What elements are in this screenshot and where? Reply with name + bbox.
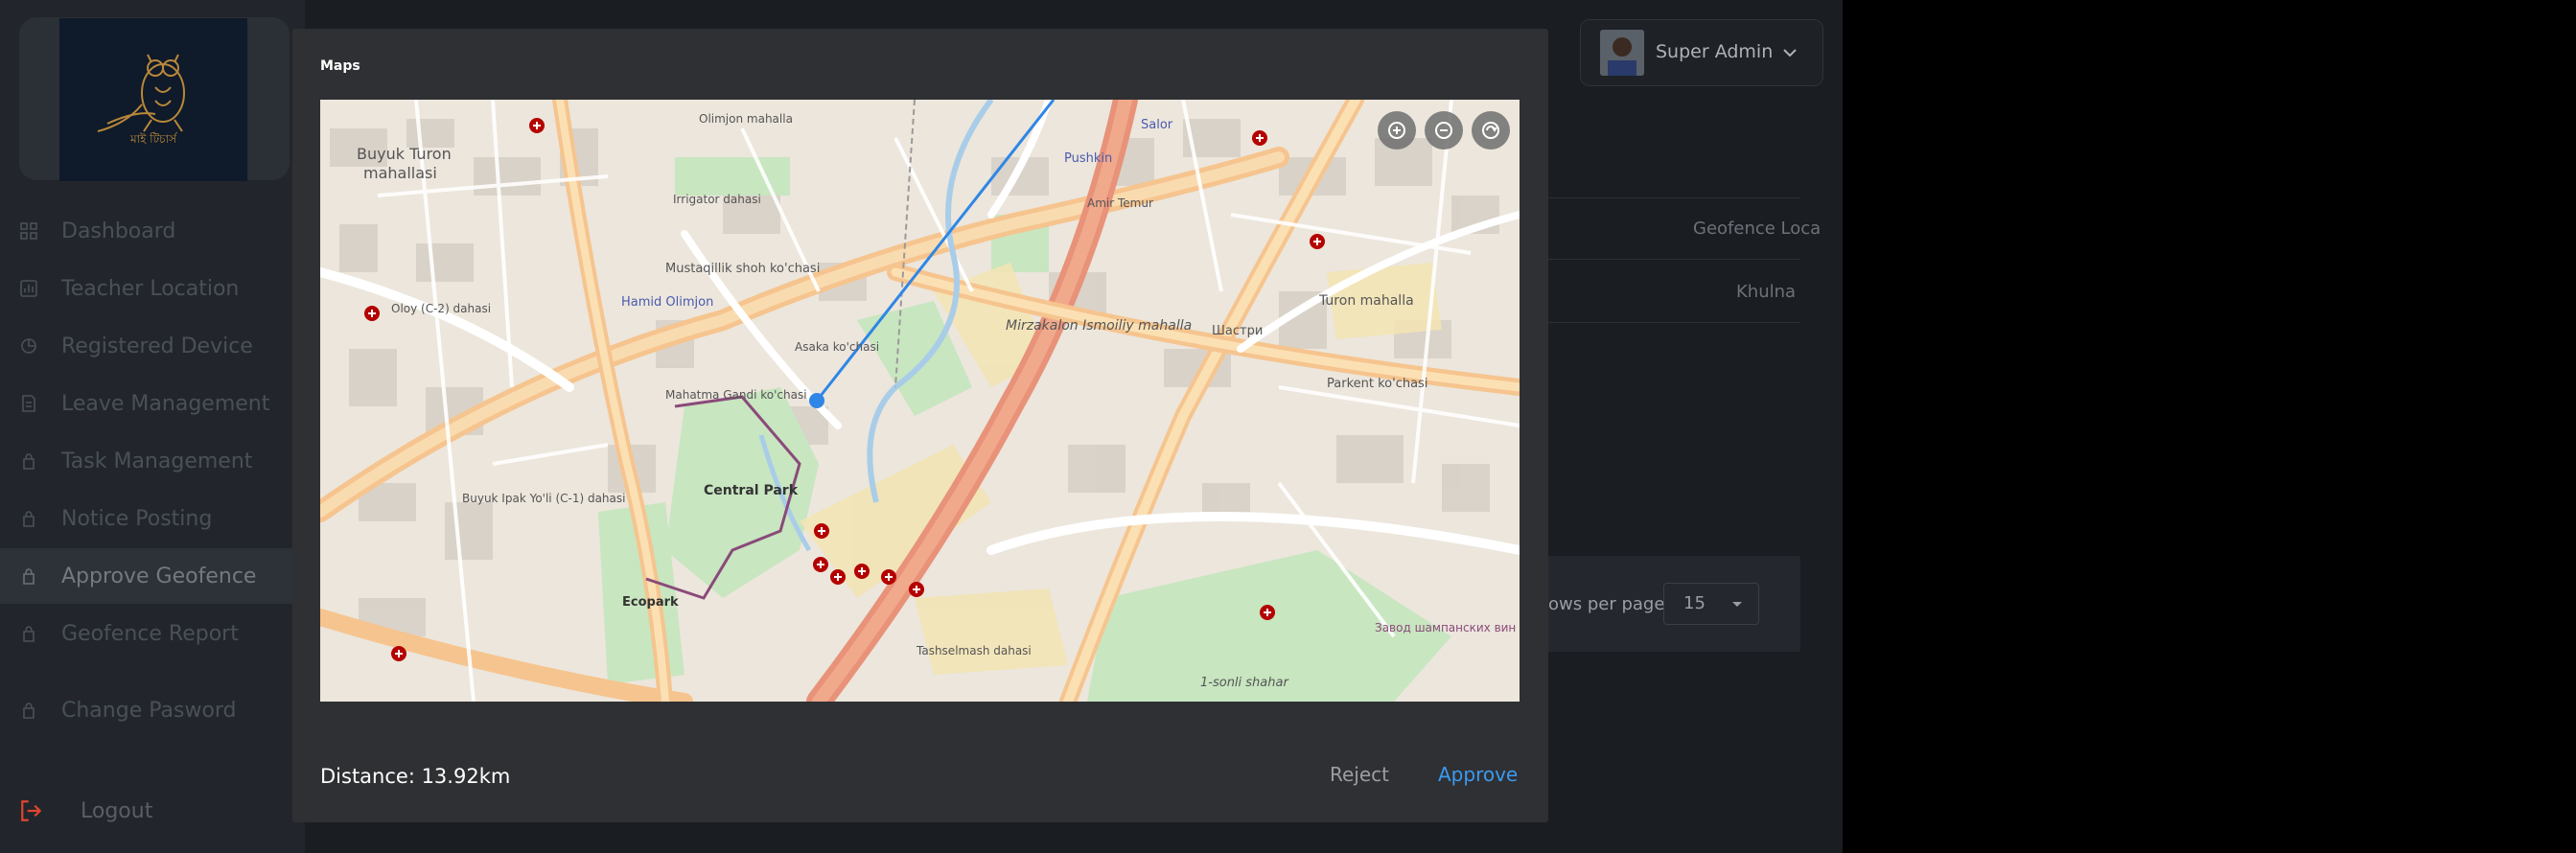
zoom-out-button[interactable]: [1425, 111, 1463, 150]
map-label: Olimjon mahalla: [699, 112, 793, 126]
modal-title: Maps: [320, 58, 360, 74]
table-header-geofence-location: Geofence Loca: [1693, 219, 1822, 239]
sidebar-item-label: Change Pasword: [61, 698, 237, 723]
sidebar-item-change-password[interactable]: Change Pasword: [0, 682, 305, 738]
logout-icon: [21, 800, 42, 821]
map-label: Salor: [1141, 118, 1173, 132]
table-divider: [1548, 197, 1800, 198]
map-label: Mahatma Gandi ko'chasi: [665, 388, 807, 402]
leave-icon: [22, 395, 35, 412]
reset-view-button[interactable]: [1472, 111, 1510, 150]
dashboard-icon: [20, 222, 37, 240]
sidebar-item-label: Geofence Report: [61, 621, 239, 646]
distance-text: Distance: 13.92km: [320, 765, 511, 788]
user-name: Super Admin: [1656, 41, 1774, 62]
map-label: Hamid Olimjon: [621, 295, 713, 310]
map-label: Ecopark: [622, 595, 679, 610]
sidebar-item-label: Task Management: [61, 449, 253, 473]
sidebar-item-leave-management[interactable]: Leave Management: [0, 376, 305, 431]
map-label: Шастри: [1212, 324, 1263, 338]
rows-per-page-select[interactable]: 15: [1663, 583, 1759, 625]
report-icon: [23, 626, 35, 642]
task-icon: [23, 453, 35, 470]
map-label: Mustaqillik shoh ko'chasi: [665, 262, 820, 276]
logout-label: Logout: [81, 798, 153, 823]
sidebar-item-task-management[interactable]: Task Management: [0, 433, 305, 489]
table-divider: [1548, 322, 1800, 323]
lock-icon: [23, 703, 35, 719]
sidebar-item-label: Teacher Location: [61, 276, 240, 301]
location-icon: [20, 280, 37, 297]
sidebar-item-approve-geofence[interactable]: Approve Geofence: [0, 548, 305, 604]
map-label: Buyuk Ipak Yo'li (C-1) dahasi: [462, 492, 625, 505]
outside-area: [1843, 0, 2576, 853]
map-label: 1-sonli shahar: [1200, 676, 1289, 690]
sidebar-item-geofence-report[interactable]: Geofence Report: [0, 606, 305, 661]
sidebar-item-dashboard[interactable]: Dashboard: [0, 203, 305, 259]
table-cell-location: Khulna: [1736, 282, 1797, 302]
map-label: Mirzakalon Ismoiliy mahalla: [1006, 318, 1192, 334]
sidebar-item-registered-device[interactable]: Registered Device: [0, 318, 305, 374]
sidebar-item-notice-posting[interactable]: Notice Posting: [0, 491, 305, 546]
avatar: [1600, 30, 1644, 76]
logout-button[interactable]: Logout: [0, 783, 305, 839]
zoom-in-button[interactable]: [1378, 111, 1416, 150]
map-label: Turon mahalla: [1318, 293, 1414, 309]
zoom-out-icon: [1435, 122, 1452, 139]
map-view[interactable]: Buyuk Turon mahallasi Irrigator dahasi H…: [320, 100, 1520, 702]
sidebar: মাই টিচার্স Dashboard Teacher Location R…: [0, 0, 305, 853]
notice-icon: [23, 511, 35, 527]
map-label: Amir Temur: [1087, 196, 1153, 210]
sidebar-item-teacher-location[interactable]: Teacher Location: [0, 261, 305, 316]
brand-logo[interactable]: মাই টিচার্স: [59, 18, 247, 181]
map-label: Tashselmash dahasi: [916, 644, 1032, 657]
caret-down-icon: [1732, 602, 1742, 607]
owl-logo-icon: মাই টিচার্স: [97, 54, 185, 146]
reject-button[interactable]: Reject: [1330, 763, 1389, 786]
sidebar-item-label: Notice Posting: [61, 506, 213, 531]
table-divider: [1548, 259, 1800, 260]
map-label: Asaka ko'chasi: [795, 340, 879, 354]
map-label: mahallasi: [363, 164, 437, 182]
chevron-down-icon: [1783, 49, 1797, 58]
brand-text: মাই টিচার্স: [129, 132, 178, 146]
sidebar-item-label: Dashboard: [61, 219, 176, 243]
maps-modal: Maps Buyuk Turon mahallasi Irrigator dah…: [292, 29, 1548, 822]
rows-per-page-label: ows per page: [1548, 594, 1665, 614]
current-location-marker[interactable]: [809, 393, 824, 408]
geofence-icon: [23, 568, 35, 585]
sidebar-item-label: Approve Geofence: [61, 564, 257, 588]
device-icon: [21, 338, 36, 354]
map-label: Buyuk Turon: [357, 145, 452, 163]
zoom-in-icon: [1388, 122, 1405, 139]
approve-button[interactable]: Approve: [1438, 763, 1518, 786]
map-label: Pushkin: [1064, 151, 1112, 166]
map-label: Oloy (C-2) dahasi: [391, 302, 491, 315]
sidebar-item-label: Leave Management: [61, 391, 270, 416]
refresh-icon: [1482, 122, 1499, 139]
map-label: Завод шампанских вин: [1375, 621, 1516, 634]
map-label: Central Park: [704, 483, 799, 498]
sidebar-item-label: Registered Device: [61, 334, 253, 358]
map-canvas[interactable]: Buyuk Turon mahallasi Irrigator dahasi H…: [320, 100, 1520, 702]
app-background: মাই টিচার্স Dashboard Teacher Location R…: [0, 0, 1843, 853]
map-label: Parkent ko'chasi: [1327, 377, 1427, 391]
user-menu[interactable]: Super Admin: [1580, 19, 1823, 86]
map-label: Irrigator dahasi: [673, 193, 761, 206]
rows-per-page-value: 15: [1683, 593, 1706, 613]
